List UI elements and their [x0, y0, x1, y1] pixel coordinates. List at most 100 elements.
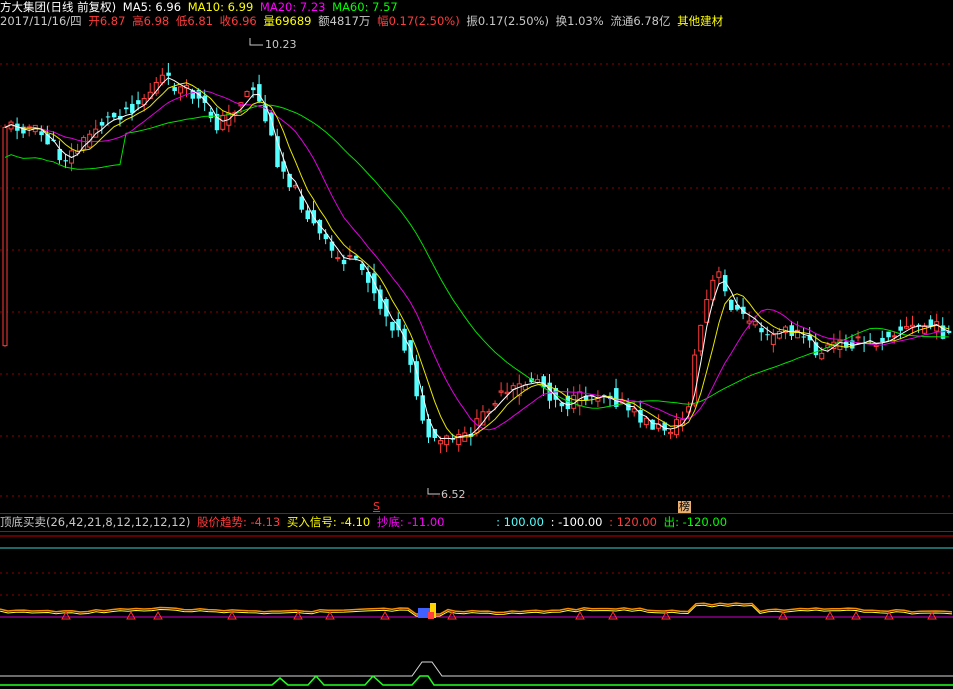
indicator-header-separator: [0, 531, 953, 532]
candle-body-up: [922, 325, 928, 334]
candle-body-up: [698, 324, 704, 352]
bottom-triangle: [575, 610, 585, 620]
candle-body-up: [2, 126, 8, 347]
candle-body-down: [63, 160, 68, 162]
header-row-1: 方大集团(日线 前复权) MA5: 6.96 MA10: 6.99 MA20: …: [0, 0, 401, 14]
ma10-line: [4, 82, 949, 439]
low-price: 低6.81: [175, 14, 213, 28]
signal-bar-red: [428, 612, 434, 619]
bottom-triangle: [380, 610, 390, 620]
candle-body-up: [335, 257, 341, 260]
candle-body-up: [504, 391, 510, 395]
candle-body-down: [208, 111, 214, 119]
stock-chart-canvas[interactable]: [0, 0, 953, 689]
candle-body-down: [305, 210, 310, 220]
low-price-label: 6.52: [441, 488, 466, 501]
candle-body-down: [541, 376, 546, 388]
candle-body-up: [631, 408, 637, 413]
candle-body-up: [776, 331, 782, 339]
ma10-value: MA10: 6.99: [187, 0, 254, 14]
candle-body-up: [220, 114, 226, 130]
candle-body-up: [347, 254, 353, 257]
candle-body-down: [341, 259, 347, 265]
candle-body-down: [251, 87, 256, 91]
s-signal-tag[interactable]: S: [373, 501, 380, 513]
candle-body-up: [934, 321, 940, 332]
candle-body-up: [643, 417, 649, 426]
candle-body-down: [722, 275, 728, 292]
bottom-triangle: [227, 610, 237, 620]
indicator-name[interactable]: 顶底买卖(26,42,21,8,12,12,12,12): [0, 515, 190, 529]
level-120-value: : 120.00: [609, 515, 657, 529]
candle-body-down: [759, 328, 764, 333]
candle-body-up: [903, 326, 909, 329]
candle-body-down: [801, 336, 807, 338]
candle-body-down: [898, 326, 903, 331]
candle-body-down: [880, 337, 885, 343]
volume: 量69689: [263, 14, 312, 28]
change-pct: 幅0.17(2.50%): [377, 14, 460, 28]
bottom-triangle: [778, 610, 788, 620]
open-price: 开6.87: [88, 14, 126, 28]
buy-signal-value: 买入信号: -4.10: [286, 515, 371, 529]
candle-body-up: [752, 321, 758, 326]
candle-body-up: [292, 185, 298, 188]
out-value: 出: -120.00: [663, 515, 728, 529]
ma20-value: MA20: 7.23: [259, 0, 326, 14]
sell-signal-line: [0, 661, 953, 677]
bottom-triangle: [608, 610, 618, 620]
candle-body-down: [39, 131, 44, 136]
candle-body-down: [928, 319, 934, 326]
candle-body-up: [492, 403, 498, 406]
candle-body-down: [124, 107, 129, 110]
candle-body-up: [910, 324, 915, 328]
candle-body-up: [444, 435, 450, 446]
candle-body-down: [172, 87, 177, 92]
amount: 额4817万: [318, 14, 371, 28]
candle-body-up: [770, 334, 776, 345]
indicator-header: 顶底买卖(26,42,21,8,12,12,12,12) 股价趋势: -4.13…: [0, 515, 730, 529]
candle-body-down: [299, 196, 304, 210]
candle-body-down: [765, 334, 770, 336]
candle-body-up: [177, 86, 183, 94]
candle-body-up: [438, 440, 444, 445]
candle-body-down: [614, 388, 619, 407]
candle-body-down: [99, 122, 105, 126]
bottom-triangle: [325, 610, 335, 620]
candle-body-down: [789, 325, 794, 336]
candle-body-down: [257, 84, 262, 102]
candle-body-down: [626, 403, 631, 411]
candle-body-up: [819, 352, 825, 360]
amplitude: 振0.17(2.50%): [466, 14, 549, 28]
sector-name: 其他建材: [677, 14, 724, 28]
bottom-triangle: [851, 610, 861, 620]
trend-line: [0, 602, 953, 615]
candle-body-up: [244, 91, 250, 97]
quote-date: 2017/11/16/四: [0, 14, 82, 28]
ma60-line: [4, 104, 949, 409]
bottom-signal-line: [0, 674, 953, 686]
candle-body-down: [136, 100, 141, 105]
stock-name: 方大集团(日线 前复权): [0, 0, 117, 14]
candlesticks: [2, 62, 952, 454]
turnover: 换1.03%: [555, 14, 604, 28]
level-100-value: : 100.00: [496, 515, 544, 529]
candle-body-down: [105, 116, 111, 118]
ma20-line: [4, 90, 949, 431]
candle-body-down: [130, 103, 135, 113]
indicator-panel: [0, 535, 953, 686]
float-shares: 流通6.78亿: [610, 14, 671, 28]
trend-value: 股价趋势: -4.13: [196, 515, 281, 529]
candle-body-up: [855, 336, 861, 339]
candle-body-down: [729, 299, 734, 311]
candle-body-down: [420, 395, 425, 421]
candle-body-down: [408, 340, 413, 365]
main-panel-separator: [0, 513, 953, 514]
bottom-triangle: [825, 610, 835, 620]
level-neg100-value: : -100.00: [550, 515, 603, 529]
high-price: 高6.98: [132, 14, 170, 28]
bang-tag[interactable]: 榜: [678, 501, 691, 513]
header-row-2: 2017/11/16/四 开6.87 高6.98 低6.81 收6.96 量69…: [0, 14, 726, 28]
candle-body-down: [886, 331, 891, 338]
bottom-triangle: [153, 610, 163, 620]
